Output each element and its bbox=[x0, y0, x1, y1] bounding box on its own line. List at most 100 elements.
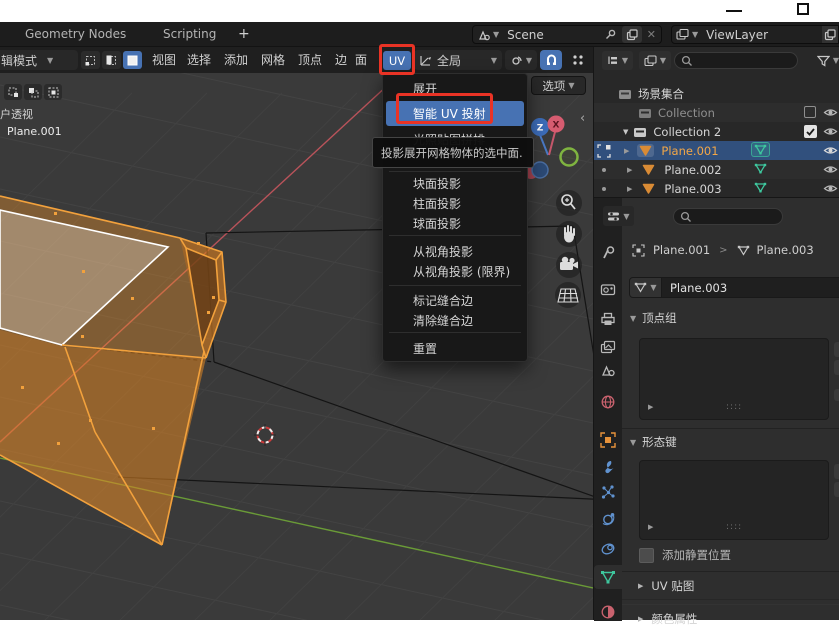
orientation-dropdown[interactable]: 全局 ▼ bbox=[414, 50, 502, 70]
datablock-name-field[interactable]: Plane.003 bbox=[662, 277, 839, 298]
menu-select[interactable]: 选择 bbox=[187, 47, 211, 73]
breadcrumb-data[interactable]: Plane.003 bbox=[757, 243, 814, 257]
row-plane-003[interactable]: ▶ Plane.003 bbox=[594, 179, 839, 198]
menu-view[interactable]: 视图 bbox=[152, 47, 176, 73]
tab-tool[interactable] bbox=[594, 240, 622, 264]
eye-icon[interactable] bbox=[823, 164, 838, 175]
menu-item-smart-uv-project[interactable]: 智能 UV 投射 bbox=[386, 101, 524, 126]
tab-output[interactable] bbox=[594, 307, 622, 331]
list-expand-icon[interactable]: ▶ bbox=[648, 523, 653, 531]
list-add-button-cut[interactable] bbox=[834, 342, 839, 357]
menu-item-project-from-view-bounds[interactable]: 从视角投影 (限界) bbox=[386, 260, 524, 282]
menu-add[interactable]: 添加 bbox=[224, 47, 248, 73]
row-collection-1[interactable]: Collection bbox=[594, 103, 839, 122]
datablock-icon-dropdown[interactable]: ▼ bbox=[629, 277, 662, 298]
vertex-groups-list[interactable]: ▶ :::: bbox=[639, 338, 829, 420]
menu-face[interactable]: 面 bbox=[355, 47, 367, 73]
new-layer-icon[interactable] bbox=[822, 26, 838, 43]
list-resize-grip[interactable]: :::: bbox=[726, 402, 742, 412]
eye-icon[interactable] bbox=[823, 183, 838, 194]
menu-mesh[interactable]: 网格 bbox=[261, 47, 285, 73]
pan-hand-button[interactable] bbox=[556, 221, 582, 247]
shape-keys-panel-header[interactable]: ▼ 形态键 bbox=[630, 434, 677, 450]
menu-item-cube-projection[interactable]: 块面投影 bbox=[386, 172, 524, 194]
minimize-icon[interactable] bbox=[726, 10, 742, 12]
row-plane-002[interactable]: ▶ Plane.002 bbox=[594, 160, 839, 179]
row-plane-001-selected[interactable]: ▶ Plane.001 bbox=[594, 141, 839, 160]
maximize-icon[interactable] bbox=[797, 3, 809, 15]
exclude-checkbox-unchecked[interactable] bbox=[804, 106, 816, 118]
outliner-display-mode-dropdown[interactable]: ▼ bbox=[602, 51, 633, 70]
vertex-select-button[interactable] bbox=[81, 51, 100, 69]
menu-item-mark-seam[interactable]: 标记缝合边 bbox=[386, 289, 524, 311]
mesh-data-icon[interactable] bbox=[754, 163, 767, 174]
uv-maps-panel-header[interactable]: ▶ UV 贴图 bbox=[622, 572, 839, 600]
shape-keys-list[interactable]: ▶ :::: bbox=[639, 460, 829, 540]
menu-edge[interactable]: 边 bbox=[335, 47, 347, 73]
rest-position-row[interactable]: 添加静置位置 bbox=[639, 547, 731, 563]
properties-search-input[interactable] bbox=[673, 208, 783, 225]
tab-scene[interactable] bbox=[594, 358, 622, 382]
list-expand-icon[interactable]: ▶ bbox=[648, 403, 653, 411]
list-add-button-cut[interactable] bbox=[834, 464, 839, 479]
select-mode-subtract-button[interactable] bbox=[44, 84, 62, 100]
disclosure-icon[interactable]: ▶ bbox=[627, 166, 632, 174]
tab-view-layer[interactable] bbox=[594, 335, 622, 359]
ortho-grid-button[interactable] bbox=[555, 282, 581, 308]
row-scene-collection[interactable]: 场景集合 bbox=[594, 84, 839, 103]
mode-selector[interactable]: 辑模式 ▼ bbox=[0, 50, 78, 70]
menu-item-clear-seam[interactable]: 清除缝合边 bbox=[386, 309, 524, 331]
tab-object[interactable] bbox=[594, 428, 622, 452]
vertex-groups-panel-header[interactable]: ▼ 顶点组 bbox=[630, 310, 677, 326]
unlink-x-icon[interactable]: ✕ bbox=[647, 28, 656, 41]
tab-constraints[interactable] bbox=[594, 537, 622, 561]
add-workspace-button[interactable]: + bbox=[238, 22, 250, 47]
menu-item-project-from-view[interactable]: 从视角投影 bbox=[386, 240, 524, 262]
eye-icon[interactable] bbox=[823, 107, 838, 118]
eye-icon[interactable] bbox=[823, 126, 838, 137]
edge-select-button[interactable] bbox=[102, 51, 121, 69]
snap-toggle-active[interactable] bbox=[540, 50, 562, 70]
list-resize-grip[interactable]: :::: bbox=[726, 522, 742, 532]
menu-item-unwrap[interactable]: 展开 bbox=[386, 77, 524, 99]
pin-icon[interactable] bbox=[604, 28, 617, 41]
tab-physics[interactable] bbox=[594, 507, 622, 531]
menu-uv-active[interactable]: UV bbox=[383, 51, 411, 70]
list-specials-button-cut[interactable] bbox=[834, 389, 839, 401]
menu-item-cylinder-projection[interactable]: 柱面投影 bbox=[386, 192, 524, 214]
menu-item-reset[interactable]: 重置 bbox=[386, 337, 524, 359]
zoom-button[interactable] bbox=[556, 190, 582, 216]
mesh-data-icon[interactable] bbox=[754, 182, 767, 193]
disclosure-open-icon[interactable]: ▼ bbox=[623, 128, 628, 136]
tab-material[interactable] bbox=[594, 600, 622, 624]
select-mode-new-button[interactable] bbox=[4, 84, 22, 100]
breadcrumb-object[interactable]: Plane.001 bbox=[653, 243, 710, 257]
color-attributes-panel-header[interactable]: ▶ 颜色属性 bbox=[622, 604, 839, 632]
row-collection-2[interactable]: ▼ Collection 2 bbox=[594, 122, 839, 141]
new-copy-icon[interactable] bbox=[622, 26, 642, 43]
face-select-button[interactable] bbox=[123, 51, 142, 69]
select-mode-extend-button[interactable] bbox=[24, 84, 42, 100]
tab-world[interactable] bbox=[594, 390, 622, 414]
camera-view-button[interactable] bbox=[556, 252, 582, 278]
scene-selector[interactable]: ▼ Scene ✕ bbox=[472, 25, 662, 44]
viewlayer-selector[interactable]: ▼ ViewLayer bbox=[671, 25, 839, 44]
tab-object-data-active[interactable] bbox=[594, 565, 622, 589]
outliner-search-input[interactable] bbox=[674, 52, 798, 69]
outliner-filter-dropdown[interactable]: ▼ bbox=[814, 51, 839, 70]
options-dropdown[interactable]: 选项 ▼ bbox=[531, 76, 586, 95]
mesh-data-icon-active[interactable] bbox=[751, 142, 770, 157]
disclosure-icon[interactable]: ▶ bbox=[624, 147, 629, 155]
properties-editor-type-dropdown[interactable]: ▼ bbox=[603, 206, 634, 226]
snap-target-dropdown[interactable]: ▼ bbox=[505, 50, 537, 70]
menu-vertex[interactable]: 顶点 bbox=[298, 47, 322, 73]
eye-icon[interactable] bbox=[823, 145, 838, 156]
list-remove-button-cut[interactable] bbox=[834, 360, 839, 375]
tab-render[interactable] bbox=[594, 277, 622, 301]
outliner-filter-id-dropdown[interactable]: ▼ bbox=[639, 51, 671, 70]
workspace-tab-geometry-nodes[interactable]: Geometry Nodes bbox=[25, 22, 126, 47]
tab-particles[interactable] bbox=[594, 480, 622, 504]
workspace-tab-scripting[interactable]: Scripting bbox=[163, 22, 216, 47]
checkbox-unchecked[interactable] bbox=[639, 548, 654, 563]
tab-modifiers[interactable] bbox=[594, 455, 622, 479]
